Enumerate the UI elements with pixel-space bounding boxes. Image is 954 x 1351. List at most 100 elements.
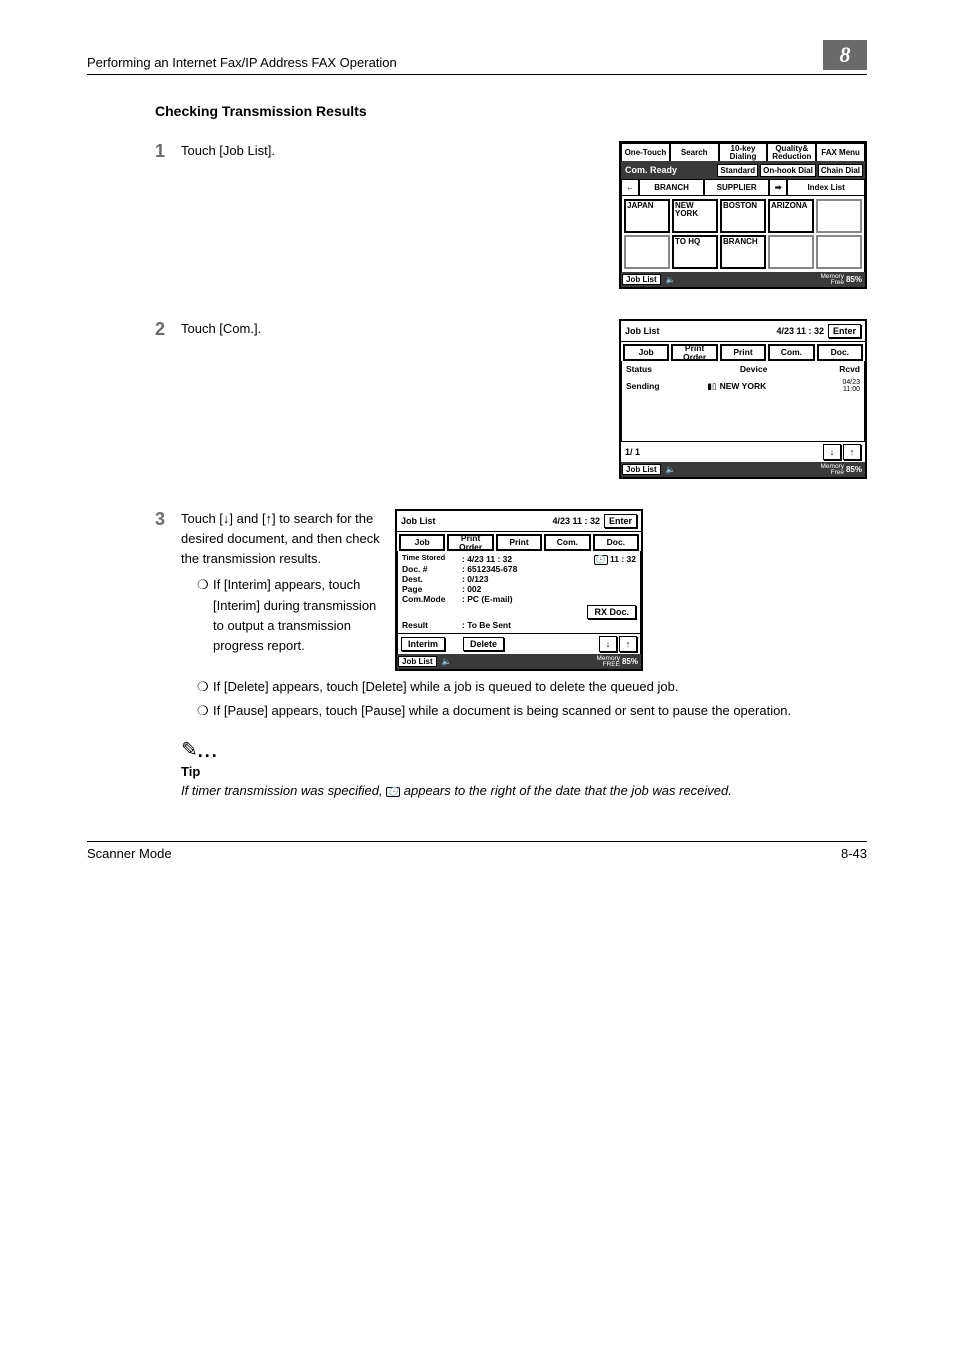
tip-label: Tip <box>181 764 867 779</box>
col-device: Device <box>704 364 803 374</box>
lbl-result: Result <box>402 620 462 630</box>
onetouch-arizona[interactable]: ARIZONA <box>768 199 814 233</box>
device-panel-joblist: Job List 4/23 11 : 32 Enter Job PrintOrd… <box>619 319 867 479</box>
page: Performing an Internet Fax/IP Address FA… <box>87 0 867 901</box>
step-number: 2 <box>155 319 181 341</box>
down-arrow-button[interactable]: ↓ <box>599 636 617 652</box>
joblist-button[interactable]: Job List <box>398 656 437 667</box>
lbl-time-stored: Time Stored <box>402 554 462 564</box>
nav-index-list[interactable]: Index List <box>787 179 865 196</box>
down-arrow-button[interactable]: ↓ <box>823 444 841 460</box>
tab-quality-reduction[interactable]: Quality&Reduction <box>767 143 816 161</box>
val-page: : 002 <box>462 584 481 594</box>
tab-search[interactable]: Search <box>670 143 719 161</box>
tab-10key-dialing[interactable]: 10-keyDialing <box>719 143 768 161</box>
onetouch-boston[interactable]: BOSTON <box>720 199 766 233</box>
chapter-number: 8 <box>823 40 867 70</box>
dots-icon: ... <box>198 741 219 761</box>
delete-button[interactable]: Delete <box>463 637 504 651</box>
sub-bullet-delete: ❍ If [Delete] appears, touch [Delete] wh… <box>197 677 867 697</box>
device-icon: ▮▯ <box>707 381 716 392</box>
timer-icon: 🕒 <box>386 787 400 797</box>
footer-right: 8-43 <box>841 846 867 861</box>
running-title: Performing an Internet Fax/IP Address FA… <box>87 55 397 70</box>
job-row[interactable]: Sending ▮▯ NEW YORK 04/2311:00 <box>622 377 864 395</box>
panel-time: 4/23 11 : 32 <box>776 326 824 336</box>
step-number: 3 <box>155 509 181 531</box>
row-status: Sending <box>626 381 707 391</box>
speaker-icon[interactable]: 🔈 <box>438 657 456 666</box>
nav-left-arrow[interactable]: ← <box>621 179 639 196</box>
tip-text: If timer transmission was specified, 🕒 a… <box>181 781 867 801</box>
rx-doc-button[interactable]: RX Doc. <box>587 605 636 619</box>
onetouch-branch[interactable]: BRANCH <box>720 235 766 269</box>
lbl-dest: Dest. <box>402 574 462 584</box>
panel-title: Job List <box>401 516 552 526</box>
detail-right-time: 11 : 32 <box>610 554 636 564</box>
enter-button[interactable]: Enter <box>604 514 637 528</box>
tab-print-order[interactable]: PrintOrder <box>671 344 717 361</box>
tab-com[interactable]: Com. <box>544 534 590 551</box>
lbl-commode: Com.Mode <box>402 594 462 604</box>
memory-free-pct: 85% <box>622 657 641 666</box>
sub-bullet-interim: ❍ If [Interim] appears, touch [Interim] … <box>197 575 381 656</box>
onetouch-empty[interactable] <box>816 199 862 233</box>
standard-button[interactable]: Standard <box>717 164 758 177</box>
sub-bullet-pause: ❍ If [Pause] appears, touch [Pause] whil… <box>197 701 867 721</box>
lbl-page: Page <box>402 584 462 594</box>
tab-job[interactable]: Job <box>399 534 445 551</box>
speaker-icon[interactable]: 🔈 <box>662 275 680 284</box>
bullet-icon: ❍ <box>197 677 213 697</box>
timer-icon: 🕒 <box>594 555 608 565</box>
onhook-dial-button[interactable]: On-hook Dial <box>760 164 816 177</box>
step-number: 1 <box>155 141 181 163</box>
onetouch-newyork[interactable]: NEW YORK <box>672 199 718 233</box>
lbl-doc-num: Doc. # <box>402 564 462 574</box>
tab-fax-menu[interactable]: FAX Menu <box>816 143 865 161</box>
step-3: 3 Touch [↓] and [↑] to search for the de… <box>155 509 867 671</box>
interim-button[interactable]: Interim <box>401 637 445 651</box>
memory-free-label: MemoryFREE <box>597 656 620 668</box>
col-rcvd: Rcvd <box>803 364 860 374</box>
up-arrow-button[interactable]: ↑ <box>619 636 637 652</box>
row-device: NEW YORK <box>720 381 809 391</box>
step-text: Touch [Job List]. <box>181 141 605 161</box>
tab-doc[interactable]: Doc. <box>593 534 639 551</box>
tab-onetouch[interactable]: One-Touch <box>621 143 670 161</box>
val-dest: : 0/123 <box>462 574 488 584</box>
tab-job[interactable]: Job <box>623 344 669 361</box>
section-title: Checking Transmission Results <box>155 103 867 119</box>
running-header: Performing an Internet Fax/IP Address FA… <box>87 40 867 75</box>
onetouch-japan[interactable]: JAPAN <box>624 199 670 233</box>
onetouch-tohq[interactable]: TO HQ <box>672 235 718 269</box>
val-doc-num: : 6512345-678 <box>462 564 517 574</box>
memory-free-label: MemoryFree <box>821 274 844 286</box>
com-status: Com. Ready <box>621 165 717 175</box>
nav-branch[interactable]: BRANCH <box>639 179 704 196</box>
bullet-icon: ❍ <box>197 575 213 656</box>
joblist-button[interactable]: Job List <box>622 464 661 475</box>
panel-time: 4/23 11 : 32 <box>552 516 600 526</box>
onetouch-empty[interactable] <box>768 235 814 269</box>
tab-print-order[interactable]: PrintOrder <box>447 534 493 551</box>
nav-right-arrow[interactable]: ➡ <box>769 179 787 196</box>
memory-free-pct: 85% <box>846 275 865 284</box>
onetouch-empty[interactable] <box>816 235 862 269</box>
note-icon: ✎ <box>181 737 198 762</box>
tab-print[interactable]: Print <box>720 344 766 361</box>
bullet-icon: ❍ <box>197 701 213 721</box>
up-arrow-button[interactable]: ↑ <box>843 444 861 460</box>
tab-doc[interactable]: Doc. <box>817 344 863 361</box>
nav-supplier[interactable]: SUPPLIER <box>704 179 769 196</box>
step-text: Touch [Com.]. <box>181 319 605 339</box>
onetouch-empty[interactable] <box>624 235 670 269</box>
step-2: 2 Touch [Com.]. Job List 4/23 11 : 32 En… <box>155 319 867 479</box>
tab-com[interactable]: Com. <box>768 344 814 361</box>
enter-button[interactable]: Enter <box>828 324 861 338</box>
footer-left: Scanner Mode <box>87 846 172 861</box>
tab-print[interactable]: Print <box>496 534 542 551</box>
speaker-icon[interactable]: 🔈 <box>662 465 680 474</box>
tip-block: ✎... Tip If timer transmission was speci… <box>181 737 867 801</box>
chain-dial-button[interactable]: Chain Dial <box>818 164 863 177</box>
joblist-button[interactable]: Job List <box>622 274 661 285</box>
